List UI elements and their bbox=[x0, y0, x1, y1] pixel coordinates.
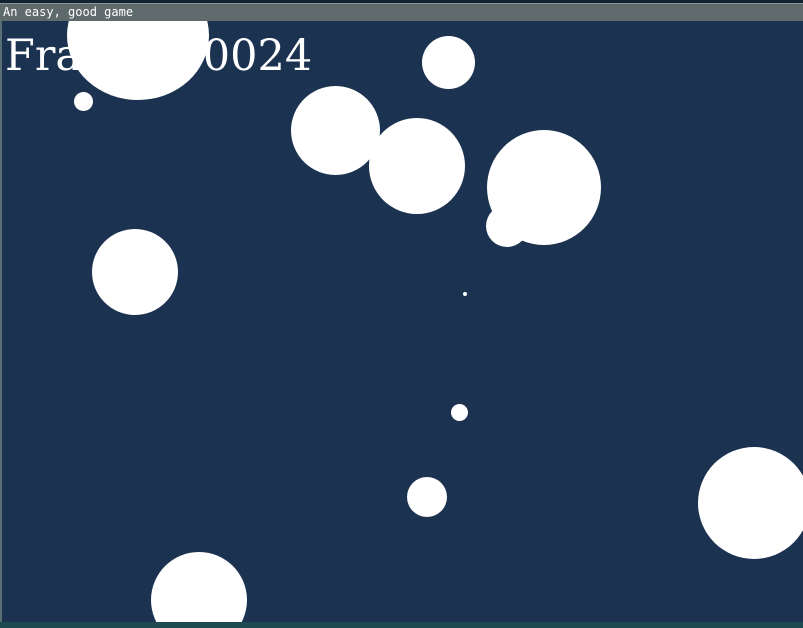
title-bar[interactable]: An easy, good game bbox=[0, 3, 803, 21]
ball bbox=[698, 447, 803, 559]
window-title: An easy, good game bbox=[3, 5, 134, 19]
ball bbox=[291, 86, 380, 175]
ball bbox=[67, 21, 209, 100]
ball bbox=[151, 552, 247, 622]
window-bottom-border bbox=[0, 622, 803, 628]
ball bbox=[74, 92, 93, 111]
ball bbox=[422, 36, 475, 89]
game-canvas[interactable]: Frame: 00024 bbox=[2, 21, 803, 622]
ball bbox=[451, 404, 468, 421]
ball bbox=[463, 292, 467, 296]
ball bbox=[486, 205, 528, 247]
ball bbox=[407, 477, 447, 517]
ball bbox=[92, 229, 178, 315]
ball bbox=[369, 118, 465, 214]
game-window: An easy, good game Frame: 00024 bbox=[0, 0, 803, 628]
